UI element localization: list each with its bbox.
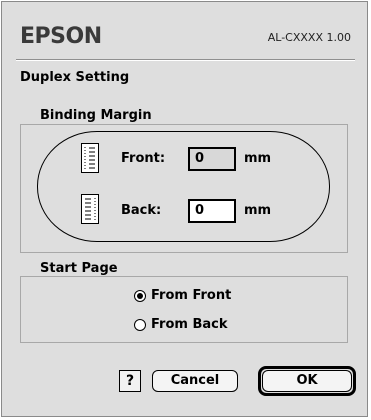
- front-margin-label: Front:: [121, 151, 166, 166]
- front-margin-unit: mm: [244, 151, 272, 166]
- binding-margin-legend: Binding Margin: [36, 108, 156, 123]
- back-margin-input[interactable]: 0: [188, 199, 236, 223]
- back-page-icon: [81, 194, 99, 224]
- front-margin-input[interactable]: 0: [188, 147, 236, 171]
- cancel-button[interactable]: Cancel: [152, 370, 238, 392]
- start-page-group: [20, 276, 348, 343]
- start-page-legend: Start Page: [36, 261, 122, 276]
- radio-from-front[interactable]: From Front: [134, 288, 231, 303]
- radio-from-back[interactable]: From Back: [134, 317, 228, 332]
- radio-from-back-button[interactable]: [134, 318, 146, 331]
- ok-button[interactable]: OK: [262, 370, 352, 392]
- front-page-icon: [81, 143, 99, 173]
- header-divider: [16, 59, 355, 61]
- epson-logo: EPSON: [20, 24, 102, 49]
- radio-from-front-label[interactable]: From Front: [151, 288, 231, 303]
- back-margin-unit: mm: [244, 203, 272, 218]
- radio-from-front-button[interactable]: [134, 289, 146, 302]
- help-button[interactable]: ?: [119, 370, 141, 392]
- radio-from-back-label[interactable]: From Back: [151, 317, 228, 332]
- model-version-label: AL-CXXXX 1.00: [267, 31, 351, 44]
- back-margin-label: Back:: [121, 203, 162, 218]
- page-title: Duplex Setting: [20, 70, 130, 85]
